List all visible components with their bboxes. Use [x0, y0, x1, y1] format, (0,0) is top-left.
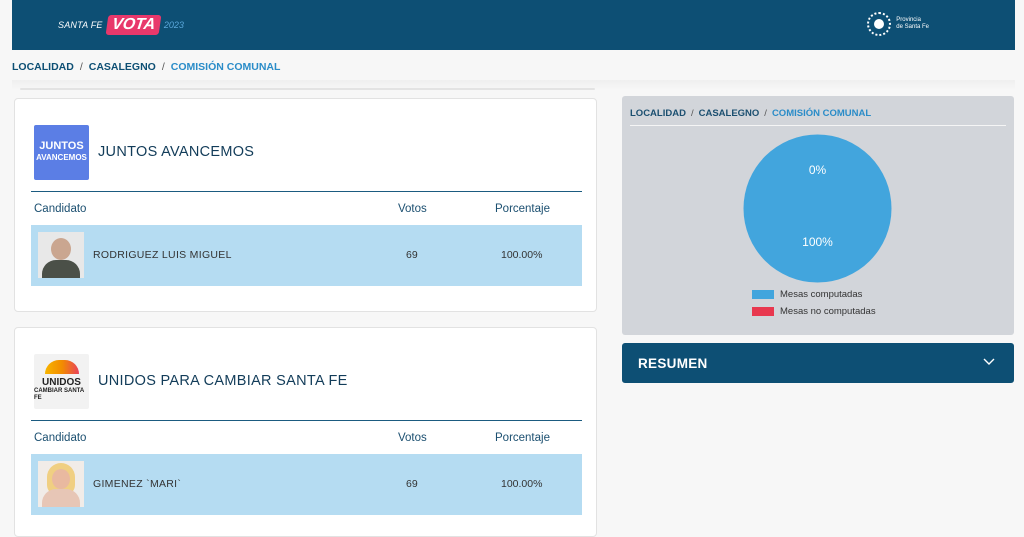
party-card-unidos: UNIDOS CAMBIAR SANTA FE UNIDOS PARA CAMB… [14, 327, 597, 537]
candidate-photo [38, 461, 84, 507]
legend-computed: Mesas computadas [752, 289, 862, 300]
province-logo: Provincia de Santa Fe [867, 12, 929, 36]
santa-fe-vota-logo[interactable]: SANTA FE VOTA 2023 [58, 14, 184, 36]
breadcrumb-casalegno[interactable]: CASALEGNO [89, 61, 156, 73]
party-card-juntos-avancemos: JUNTOS AVANCEMOS JUNTOS AVANCEMOS Candid… [14, 98, 597, 312]
unidos-logo: UNIDOS CAMBIAR SANTA FE [34, 353, 89, 409]
pie-label-1: 0% [809, 163, 827, 177]
logo-prefix: SANTA FE [58, 20, 103, 30]
candidate-row: RODRIGUEZ LUIS MIGUEL 69 100.00% [31, 225, 582, 286]
chevron-down-icon [983, 358, 995, 365]
pie-label-0: 100% [802, 235, 833, 249]
resumen-title: RESUMEN [638, 356, 708, 371]
logo-main: VOTA [105, 15, 162, 35]
candidate-votes: 69 [406, 249, 418, 261]
legend-swatch-not-computed [752, 307, 774, 316]
breadcrumb-comision-comunal: COMISIÓN COMUNAL [170, 61, 281, 73]
mesas-pie-chart: 100% 0% [743, 134, 892, 283]
party-name: JUNTOS AVANCEMOS [98, 144, 255, 160]
province-seal-icon [867, 12, 892, 36]
col-votes: Votos [398, 432, 427, 444]
candidate-votes: 69 [406, 478, 418, 490]
breadcrumb: LOCALIDAD / CASALEGNO / COMISIÓN COMUNAL [12, 61, 281, 73]
resumen-accordion[interactable]: RESUMEN [622, 343, 1014, 383]
col-votes: Votos [398, 203, 427, 215]
party-name: UNIDOS PARA CAMBIAR SANTA FE [98, 373, 348, 389]
breadcrumb-localidad[interactable]: LOCALIDAD [12, 61, 74, 73]
candidate-name: GIMENEZ `MARI` [93, 478, 182, 490]
col-candidate: Candidato [34, 432, 87, 444]
col-percent: Porcentaje [495, 432, 550, 444]
panel-breadcrumb: LOCALIDAD / CASALEGNO / COMISIÓN COMUNAL [630, 108, 872, 119]
legend-not-computed: Mesas no computadas [752, 306, 876, 317]
candidate-name: RODRIGUEZ LUIS MIGUEL [93, 249, 232, 261]
logo-year: 2023 [163, 20, 184, 30]
juntos-avancemos-logo: JUNTOS AVANCEMOS [34, 124, 89, 180]
scroll-shadow [20, 88, 595, 90]
candidate-percent: 100.00% [501, 478, 543, 490]
mesas-chart-panel: LOCALIDAD / CASALEGNO / COMISIÓN COMUNAL 100… [622, 96, 1014, 335]
col-candidate: Candidato [34, 203, 87, 215]
pie-slice-mesas-computadas [743, 134, 892, 283]
candidate-photo [38, 232, 84, 278]
top-bar: SANTA FE VOTA 2023 Provincia de Santa Fe [12, 0, 1015, 50]
province-line2: de Santa Fe [896, 24, 929, 30]
candidate-percent: 100.00% [501, 249, 543, 261]
sun-icon [44, 360, 79, 374]
province-line1: Provincia [896, 17, 921, 23]
col-percent: Porcentaje [495, 203, 550, 215]
legend-swatch-computed [752, 290, 774, 299]
candidate-row: GIMENEZ `MARI` 69 100.00% [31, 454, 582, 515]
